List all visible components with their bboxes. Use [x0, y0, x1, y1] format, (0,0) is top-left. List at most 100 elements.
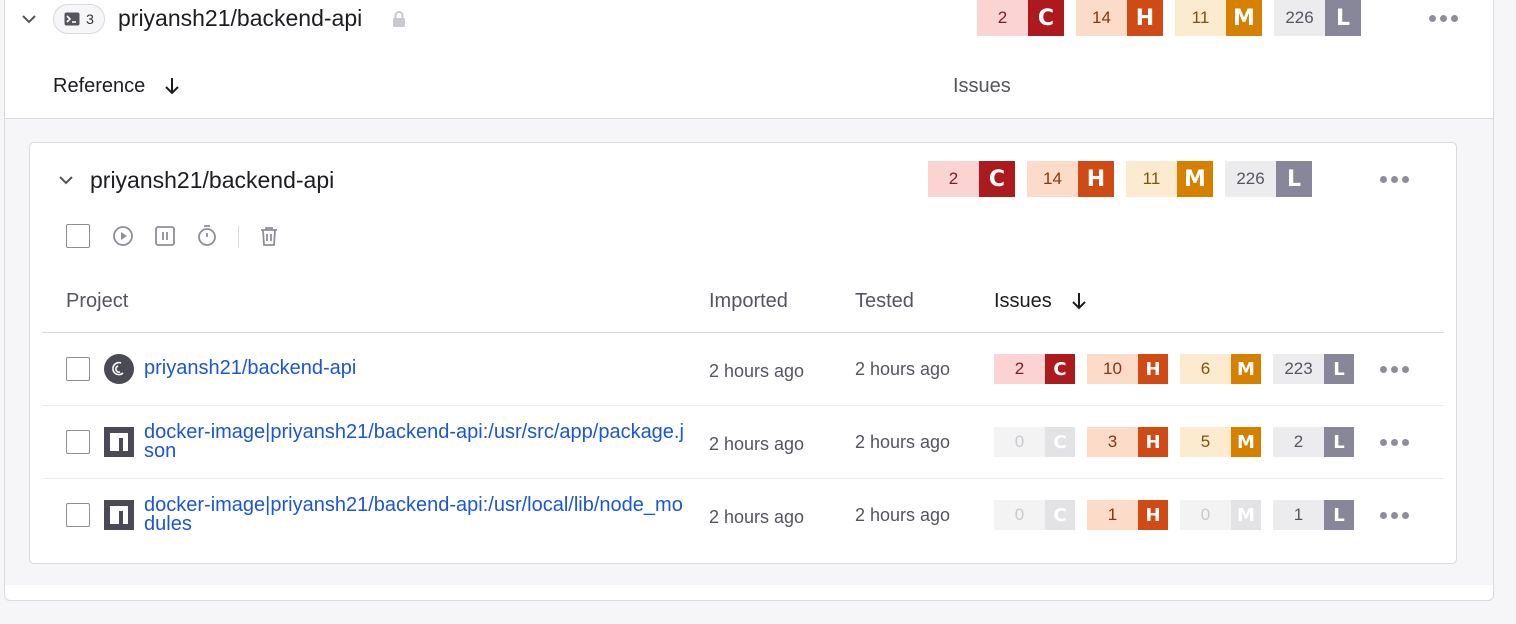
target-collapse-chevron-icon[interactable] — [56, 170, 76, 190]
high-severity-letter: H — [1127, 0, 1163, 36]
row-divider — [42, 478, 1444, 479]
medium-issues-badge[interactable]: 6M — [1180, 354, 1261, 384]
debian-icon — [104, 354, 134, 384]
col-header-reference-label: Reference — [53, 75, 146, 97]
test-frequency-timer-icon[interactable] — [196, 224, 218, 246]
low-issues-badge[interactable]: 223 L — [1273, 354, 1354, 384]
target-count-badge: 3 — [53, 4, 105, 34]
issues-sort-down-arrow-icon[interactable] — [1071, 292, 1087, 310]
org-group-title: priyansh21/backend-api — [118, 5, 363, 31]
critical-count: 0 — [994, 427, 1045, 457]
medium-count: 0 — [1180, 500, 1231, 530]
high-count: 14 — [1076, 0, 1127, 36]
project-link[interactable]: docker-image|priyansh21/backend-api:/usr… — [144, 421, 684, 462]
project-link-line: son — [144, 440, 177, 462]
high-issues-badge[interactable]: 1H — [1087, 500, 1168, 530]
critical-issues-badge[interactable]: 2C — [994, 354, 1075, 384]
project-link-line: dules — [144, 513, 192, 535]
medium-severity-letter: M — [1231, 500, 1261, 530]
row-more-menu-icon[interactable] — [1380, 439, 1409, 446]
medium-severity-letter: M — [1226, 0, 1262, 36]
retest-play-icon[interactable] — [112, 225, 134, 247]
medium-issues-badge[interactable]: 0M — [1180, 500, 1261, 530]
row-checkbox[interactable] — [66, 357, 90, 381]
medium-issues-badge[interactable]: 11 M — [1126, 161, 1213, 197]
low-severity-letter: L — [1325, 0, 1361, 36]
critical-issues-badge[interactable]: 0C — [994, 427, 1075, 457]
tested-time: 2 hours ago — [855, 505, 951, 525]
org-more-menu-icon[interactable] — [1429, 15, 1458, 22]
critical-count: 2 — [994, 354, 1045, 384]
low-severity-letter: L — [1276, 161, 1312, 197]
col-header-tested[interactable]: Tested — [855, 290, 914, 313]
row-divider — [42, 405, 1444, 406]
medium-severity-letter: M — [1231, 427, 1261, 457]
tested-time: 2 hours ago — [855, 432, 951, 452]
row-checkbox[interactable] — [66, 430, 90, 454]
low-severity-letter: L — [1324, 427, 1354, 457]
col-header-issues[interactable]: Issues — [994, 290, 1052, 313]
project-link-line: docker-image|priyansh21/backend-api:/usr… — [144, 421, 684, 443]
project-link-line: docker-image|priyansh21/backend-api:/usr… — [144, 494, 683, 516]
medium-count: 5 — [1180, 427, 1231, 457]
critical-severity-letter: C — [1045, 427, 1075, 457]
high-issues-badge[interactable]: 10 H — [1087, 354, 1168, 384]
low-issues-badge[interactable]: 1L — [1273, 500, 1354, 530]
low-severity-letter: L — [1324, 354, 1354, 384]
high-severity-letter: H — [1138, 427, 1168, 457]
select-all-checkbox[interactable] — [66, 224, 90, 248]
target-more-menu-icon[interactable] — [1380, 176, 1409, 183]
col-header-reference[interactable]: Reference — [53, 75, 145, 98]
medium-count: 11 — [1126, 161, 1177, 197]
medium-severity-letter: M — [1231, 354, 1261, 384]
high-severity-letter: H — [1078, 161, 1114, 197]
critical-issues-badge[interactable]: 2C — [928, 161, 1015, 197]
project-link[interactable]: priyansh21/backend-api — [144, 358, 356, 378]
critical-severity-letter: C — [1045, 354, 1075, 384]
high-issues-badge[interactable]: 14 H — [1027, 161, 1114, 197]
collapse-chevron-icon[interactable] — [18, 8, 40, 30]
deactivate-pause-icon[interactable] — [154, 225, 176, 247]
high-count: 10 — [1087, 354, 1138, 384]
medium-count: 6 — [1180, 354, 1231, 384]
high-severity-letter: H — [1138, 500, 1168, 530]
high-count: 1 — [1087, 500, 1138, 530]
target-count: 3 — [86, 11, 94, 27]
delete-trash-icon[interactable] — [258, 225, 280, 247]
low-issues-badge[interactable]: 226 L — [1274, 0, 1361, 36]
low-count: 226 — [1274, 0, 1325, 36]
table-header-divider — [42, 332, 1444, 333]
critical-count: 2 — [928, 161, 979, 197]
row-more-menu-icon[interactable] — [1380, 366, 1409, 373]
target-title: priyansh21/backend-api — [90, 167, 335, 193]
critical-severity-letter: C — [1028, 0, 1064, 36]
low-count: 226 — [1225, 161, 1276, 197]
low-issues-badge[interactable]: 2L — [1273, 427, 1354, 457]
critical-issues-badge[interactable]: 2C — [977, 0, 1064, 36]
medium-issues-badge[interactable]: 5M — [1180, 427, 1261, 457]
critical-count: 0 — [994, 500, 1045, 530]
medium-issues-badge[interactable]: 11 M — [1175, 0, 1262, 36]
low-severity-letter: L — [1324, 500, 1354, 530]
imported-time: 2 hours ago — [709, 434, 805, 454]
row-more-menu-icon[interactable] — [1380, 512, 1409, 519]
medium-count: 11 — [1175, 0, 1226, 36]
high-count: 3 — [1087, 427, 1138, 457]
cli-icon — [64, 12, 80, 26]
col-header-issues-org[interactable]: Issues — [953, 75, 1011, 98]
critical-count: 2 — [977, 0, 1028, 36]
sort-down-arrow-icon[interactable] — [164, 77, 180, 95]
medium-severity-letter: M — [1177, 161, 1213, 197]
col-header-project[interactable]: Project — [66, 290, 128, 313]
project-link[interactable]: docker-image|priyansh21/backend-api:/usr… — [144, 494, 683, 535]
row-checkbox[interactable] — [66, 503, 90, 527]
npm-icon — [104, 500, 134, 530]
col-header-imported[interactable]: Imported — [709, 290, 788, 313]
high-issues-badge[interactable]: 3H — [1087, 427, 1168, 457]
critical-issues-badge[interactable]: 0C — [994, 500, 1075, 530]
high-count: 14 — [1027, 161, 1078, 197]
high-issues-badge[interactable]: 14 H — [1076, 0, 1163, 36]
critical-severity-letter: C — [1045, 500, 1075, 530]
low-issues-badge[interactable]: 226 L — [1225, 161, 1312, 197]
low-count: 1 — [1273, 500, 1324, 530]
